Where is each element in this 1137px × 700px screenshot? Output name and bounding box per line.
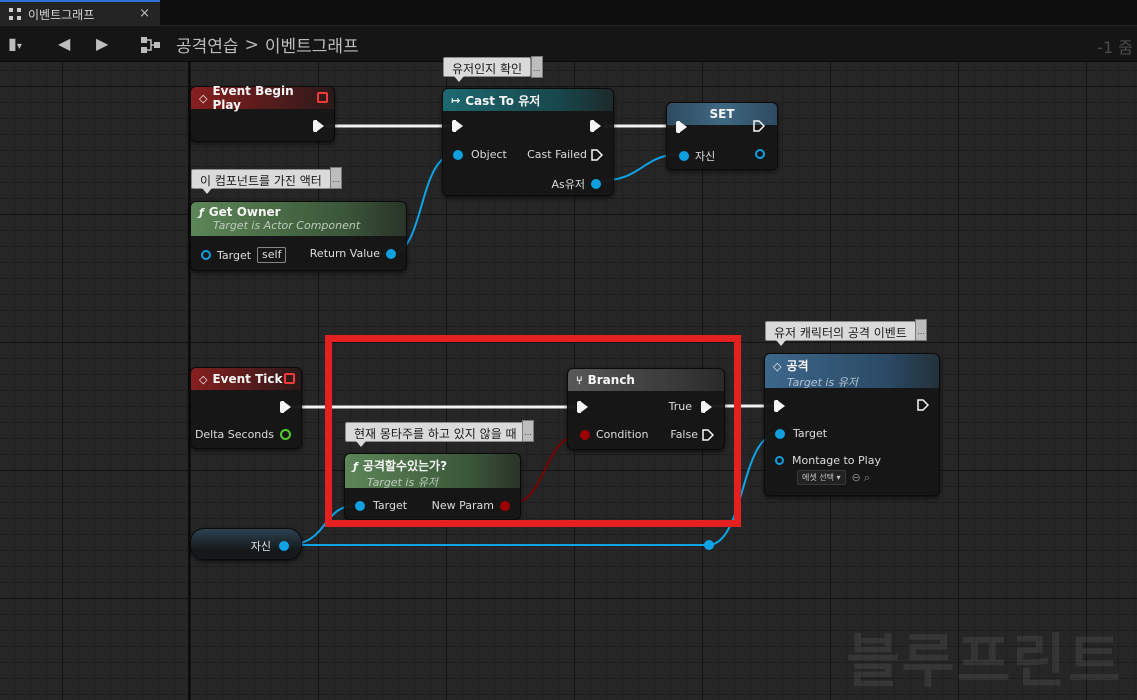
node-event-tick[interactable]: ◇ Event Tick Delta Seconds xyxy=(190,367,302,449)
breadcrumb-current: 이벤트그래프 xyxy=(264,37,359,57)
node-attack[interactable]: ◇ 공격 Target is 유저 Target Montage to Play … xyxy=(764,353,940,496)
breadcrumb-root[interactable]: 공격연습 xyxy=(176,32,239,57)
target-self-field[interactable]: self xyxy=(257,247,287,263)
target-pin[interactable]: Target xyxy=(775,427,827,440)
node-subtitle: Target is 유저 xyxy=(787,376,858,389)
search-icon[interactable]: ⌕ xyxy=(864,471,870,485)
blueprint-graph-icon xyxy=(141,36,160,53)
comment-attack-event[interactable]: 유저 캐릭터의 공격 이벤트 xyxy=(765,321,916,346)
node-cast-to[interactable]: ↦ Cast To 유저 Object Cast Failed As유저 xyxy=(442,88,614,196)
node-header: ◇ Event Begin Play xyxy=(191,84,334,112)
node-header: ↦ Cast To 유저 xyxy=(443,89,613,111)
exec-out-pin[interactable] xyxy=(280,401,291,413)
node-header: ◇ 공격 Target is 유저 xyxy=(765,354,939,389)
tab-bar: 이벤트그래프 × xyxy=(0,0,1137,26)
node-subtitle: Target is Actor Component xyxy=(213,219,361,232)
exec-out-pin[interactable] xyxy=(753,120,765,132)
graph-icon xyxy=(9,8,21,20)
tab-label: 이벤트그래프 xyxy=(28,7,95,22)
node-set[interactable]: SET 자신 xyxy=(666,102,778,170)
function-icon: ƒ xyxy=(199,206,204,219)
self-var-out-pin[interactable]: 자신 xyxy=(251,538,289,554)
target-pin[interactable]: Target self xyxy=(201,247,287,263)
close-icon[interactable]: × xyxy=(139,6,150,21)
comment-owner[interactable]: 이 컴포넌트를 가진 액터 xyxy=(191,169,331,194)
node-title: SET xyxy=(709,107,735,121)
montage-asset-select[interactable]: 에셋 선택 ▾ ⊖ ⌕ xyxy=(797,470,870,485)
cast-failed-pin[interactable]: Cast Failed xyxy=(527,148,603,161)
node-self-variable[interactable]: 자신 xyxy=(190,528,302,560)
stop-icon xyxy=(317,92,328,103)
bookmark-icon[interactable]: ▮▾ xyxy=(8,34,22,53)
node-title: Get Owner xyxy=(208,205,281,219)
as-user-pin[interactable]: As유저 xyxy=(552,176,601,192)
forward-arrow-icon[interactable]: ▶ xyxy=(96,34,108,53)
exec-out-pin[interactable] xyxy=(313,120,324,132)
exec-out-pin[interactable] xyxy=(590,120,601,132)
exec-in-pin[interactable] xyxy=(774,400,785,412)
zoom-level: -1 줌 xyxy=(1097,38,1133,57)
exec-out-pin[interactable] xyxy=(917,399,929,411)
highlight-box xyxy=(325,335,741,527)
blueprint-watermark: 블루프린트 xyxy=(846,627,1123,695)
comment-cast[interactable]: 유저인지 확인 xyxy=(443,57,532,82)
delta-seconds-pin[interactable]: Delta Seconds xyxy=(195,428,291,441)
comment-pin-icon[interactable]: ... xyxy=(330,167,342,189)
back-arrow-icon[interactable]: ◀ xyxy=(58,34,70,53)
comment-pin-icon[interactable]: ... xyxy=(915,319,927,341)
exec-in-pin[interactable] xyxy=(676,121,687,133)
node-header: ◇ Event Tick xyxy=(191,368,301,390)
node-title: Event Begin Play xyxy=(212,84,294,112)
comment-pin-icon[interactable]: ... xyxy=(531,56,543,78)
cast-arrow-icon: ↦ xyxy=(451,93,461,107)
node-header: ƒ Get Owner Target is Actor Component xyxy=(191,202,406,236)
event-diamond-icon: ◇ xyxy=(773,360,782,373)
stop-icon xyxy=(284,373,295,384)
breadcrumb-separator: > xyxy=(244,34,259,55)
toolbar: ▮▾ ◀ ▶ 공격연습 > 이벤트그래프 -1 줌 xyxy=(0,26,1137,62)
object-pin[interactable]: Object xyxy=(453,148,507,161)
node-title: Event Tick xyxy=(212,372,283,386)
montage-pin[interactable]: Montage to Play xyxy=(775,454,881,467)
self-var-out-pin[interactable] xyxy=(755,149,765,159)
event-diamond-icon: ◇ xyxy=(199,372,208,386)
tab-event-graph[interactable]: 이벤트그래프 × xyxy=(0,0,160,26)
exec-in-pin[interactable] xyxy=(452,120,463,132)
asset-browse-icon[interactable]: ⊖ xyxy=(852,471,861,484)
node-title: 공격 xyxy=(786,359,809,373)
node-get-owner[interactable]: ƒ Get Owner Target is Actor Component Tar… xyxy=(190,201,407,271)
return-value-pin[interactable]: Return Value xyxy=(310,247,396,260)
event-diamond-icon: ◇ xyxy=(199,91,208,105)
node-title: Cast To 유저 xyxy=(465,93,541,108)
breadcrumb: 공격연습 > 이벤트그래프 xyxy=(140,32,359,57)
node-event-begin-play[interactable]: ◇ Event Begin Play xyxy=(190,84,335,142)
self-var-in-pin[interactable]: 자신 xyxy=(679,148,715,164)
